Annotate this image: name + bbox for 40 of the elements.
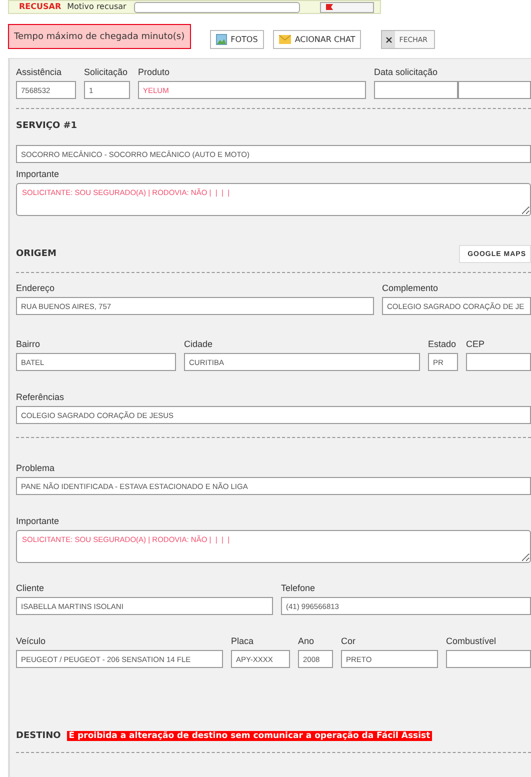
close-icon [382,31,396,48]
refuse-label: RECUSAR [19,2,62,12]
text-field[interactable] [446,650,531,668]
field-label: Assistência [16,67,63,78]
field-label: CEP [466,339,486,350]
flag-icon [324,2,334,12]
text-field[interactable] [458,81,531,99]
section-heading: ORIGEM [16,249,56,259]
field-label: Ano [298,636,316,647]
field-label: Referências [16,392,66,403]
field-label: Data solicitação [374,67,439,78]
field-label: Veículo [16,636,47,647]
field-label: Solicitação [84,67,129,78]
photos-button[interactable]: FOTOS [210,30,264,49]
field-label: Cliente [16,583,46,594]
section-heading: SERVIÇO #1 [16,121,78,131]
section-heading: DESTINO [16,731,61,741]
field-label: Bairro [16,339,42,350]
field-label: Cidade [184,339,214,350]
field-label: Combustível [446,636,498,647]
image-icon [216,34,227,45]
text-field[interactable] [374,81,458,99]
chat-button[interactable]: ACIONAR CHAT [272,30,362,49]
field-label: Produto [138,67,171,78]
reason-dropdown[interactable] [134,2,300,12]
reason-label: Motivo recusar [67,2,126,12]
text-field[interactable] [466,353,531,371]
field-label: Endereço [16,283,56,294]
arrival-time-alert: Tempo máximo de chegada minuto(s) [8,24,191,49]
envelope-icon [278,35,291,44]
field-label: Complemento [382,283,440,294]
field-label: Cor [341,636,357,647]
field-label: Placa [231,636,255,647]
field-label: Importante [16,169,60,180]
destination-warning: É proibida a alteração de destino sem comunicar a operação da Fácil Assist [66,731,432,741]
field-label: Telefone [281,583,316,594]
field-label: Estado [428,339,458,350]
refuse-button[interactable] [320,2,374,12]
field-label: Problema [16,463,56,474]
field-label: Importante [16,516,60,527]
